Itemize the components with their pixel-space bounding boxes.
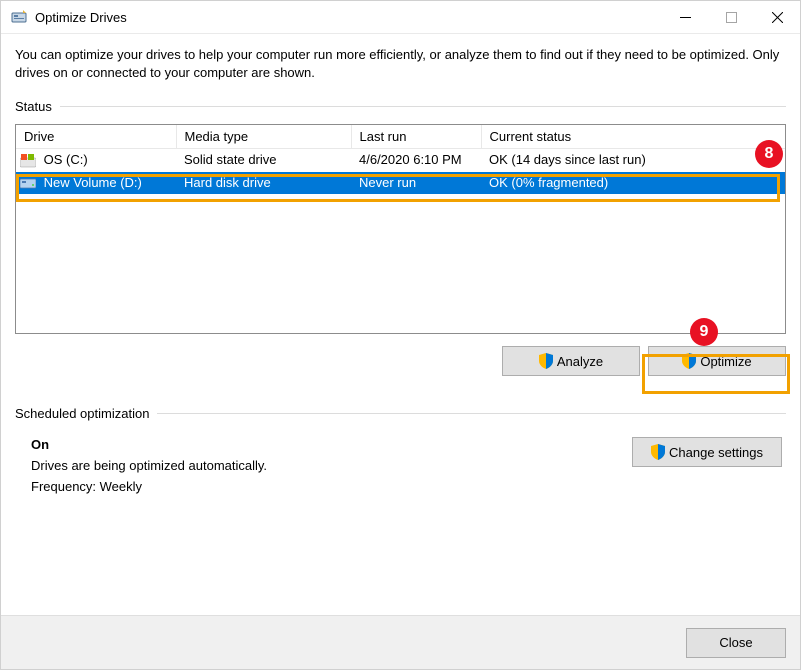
window-title: Optimize Drives: [35, 10, 127, 25]
scheduled-heading: Scheduled optimization: [15, 406, 786, 421]
close-label: Close: [719, 635, 752, 650]
divider: [157, 413, 786, 414]
action-button-row: Analyze Optimize: [15, 346, 786, 376]
close-button[interactable]: Close: [686, 628, 786, 658]
divider: [60, 106, 786, 107]
drive-name: OS (C:): [44, 152, 88, 167]
analyze-button[interactable]: Analyze: [502, 346, 640, 376]
change-settings-label: Change settings: [669, 445, 763, 460]
windows-drive-icon: [20, 154, 36, 168]
col-drive[interactable]: Drive: [16, 125, 176, 149]
optimize-button[interactable]: Optimize: [648, 346, 786, 376]
status-heading: Status: [15, 99, 786, 114]
close-window-button[interactable]: [754, 1, 800, 33]
scheduled-on: On: [31, 437, 632, 452]
last-run: 4/6/2020 6:10 PM: [351, 149, 481, 172]
scheduled-section: Scheduled optimization On Drives are bei…: [15, 406, 786, 500]
maximize-button: [708, 1, 754, 33]
optimize-label: Optimize: [700, 354, 751, 369]
col-current-status[interactable]: Current status: [481, 125, 785, 149]
annotation-badge-8: 8: [755, 140, 783, 168]
scheduled-label: Scheduled optimization: [15, 406, 149, 421]
content-area: You can optimize your drives to help you…: [1, 34, 800, 615]
status-label: Status: [15, 99, 52, 114]
titlebar: Optimize Drives: [1, 1, 800, 34]
current-status: OK (14 days since last run): [481, 149, 785, 172]
shield-icon: [539, 353, 553, 369]
analyze-label: Analyze: [557, 354, 603, 369]
drive-name: New Volume (D:): [44, 175, 142, 190]
shield-icon: [651, 444, 665, 460]
shield-icon: [682, 353, 696, 369]
media-type: Solid state drive: [176, 149, 351, 172]
app-icon: [11, 9, 27, 25]
optimize-drives-window: Optimize Drives You can optimize your dr…: [0, 0, 801, 670]
last-run: Never run: [351, 172, 481, 195]
change-settings-button[interactable]: Change settings: [632, 437, 782, 467]
table-row[interactable]: OS (C:) Solid state drive 4/6/2020 6:10 …: [16, 149, 785, 172]
drive-list-wrapper: Drive Media type Last run Current status: [15, 124, 786, 334]
table-row[interactable]: New Volume (D:) Hard disk drive Never ru…: [16, 172, 785, 195]
scheduled-text: On Drives are being optimized automatica…: [31, 437, 632, 500]
minimize-button[interactable]: [662, 1, 708, 33]
intro-text: You can optimize your drives to help you…: [15, 46, 786, 81]
scheduled-line2: Frequency: Weekly: [31, 479, 632, 494]
current-status: OK (0% fragmented): [481, 172, 785, 195]
scheduled-line1: Drives are being optimized automatically…: [31, 458, 632, 473]
table-header-row: Drive Media type Last run Current status: [16, 125, 785, 149]
media-type: Hard disk drive: [176, 172, 351, 195]
annotation-badge-9: 9: [690, 318, 718, 346]
hdd-drive-icon: [20, 176, 36, 190]
footer: Close: [1, 615, 800, 669]
drive-list[interactable]: Drive Media type Last run Current status: [15, 124, 786, 334]
col-last-run[interactable]: Last run: [351, 125, 481, 149]
col-media-type[interactable]: Media type: [176, 125, 351, 149]
